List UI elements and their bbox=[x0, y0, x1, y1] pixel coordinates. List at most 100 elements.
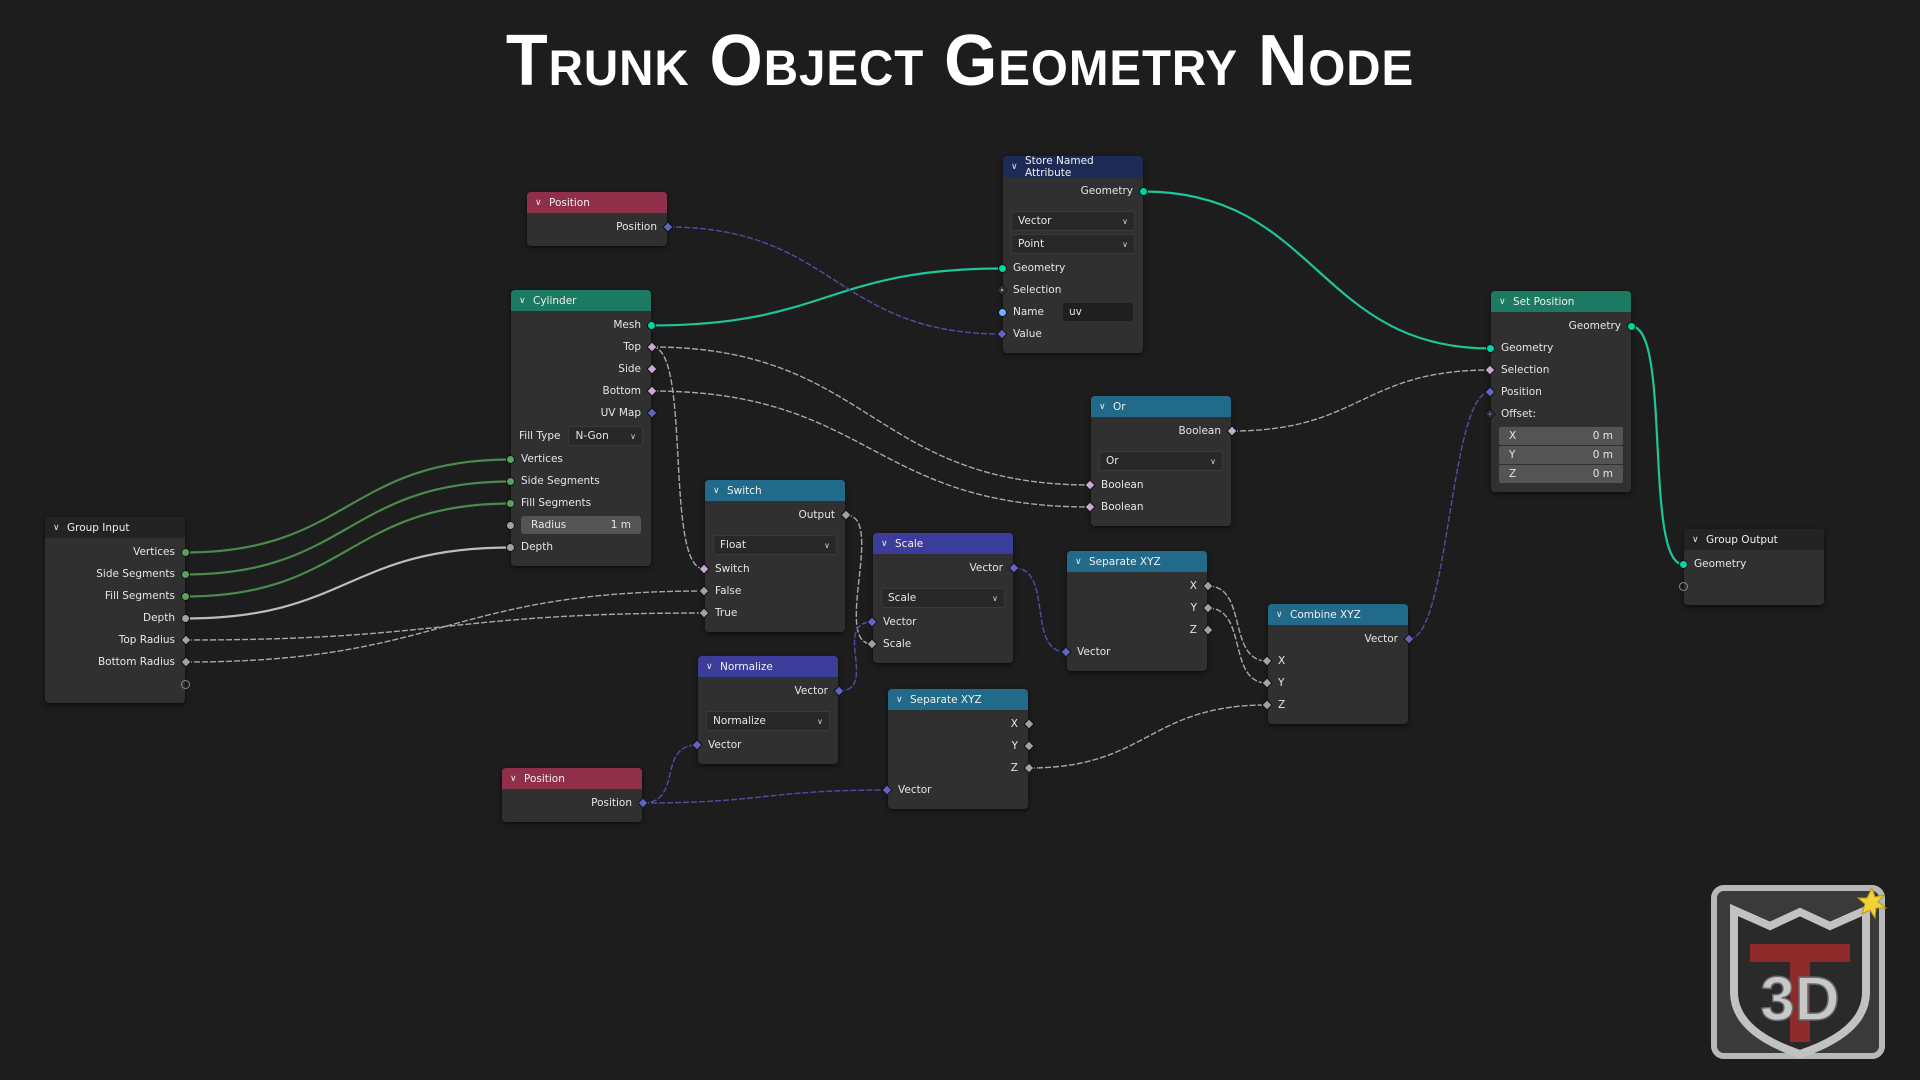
geometry-socket-icon[interactable] bbox=[1679, 560, 1688, 569]
node-header[interactable]: ∨ Set Position bbox=[1491, 291, 1631, 312]
node-header[interactable]: ∨ Position bbox=[527, 192, 667, 213]
collapse-chevron-icon[interactable]: ∨ bbox=[519, 296, 529, 306]
node-scale[interactable]: ∨ Scale Vector Scale ∨ Vector Scale bbox=[866, 533, 1020, 663]
offset-x-field[interactable]: X 0 m bbox=[1499, 427, 1623, 445]
collapse-chevron-icon[interactable]: ∨ bbox=[881, 539, 891, 549]
node-header[interactable]: ∨ Combine XYZ bbox=[1268, 604, 1408, 625]
data-type-dropdown[interactable]: Float ∨ bbox=[713, 535, 837, 555]
integer-socket-icon[interactable] bbox=[181, 592, 190, 601]
node-set-position[interactable]: ∨ Set Position Geometry Geometry Selecti… bbox=[1484, 291, 1636, 492]
boolean-field-socket-icon[interactable] bbox=[996, 284, 1008, 296]
collapse-chevron-icon[interactable]: ∨ bbox=[1099, 402, 1109, 412]
node-separate-xyz[interactable]: ∨ Separate XYZ X Y Z Vector bbox=[1060, 551, 1214, 671]
boolean-field-socket-icon[interactable] bbox=[646, 341, 658, 353]
operation-dropdown[interactable]: Or ∨ bbox=[1099, 451, 1223, 471]
node-header[interactable]: ∨ Cylinder bbox=[511, 290, 651, 311]
offset-y-field[interactable]: Y 0 m bbox=[1499, 446, 1623, 464]
collapse-chevron-icon[interactable]: ∨ bbox=[1692, 535, 1702, 545]
radius-field[interactable]: Radius 1 m bbox=[521, 516, 641, 534]
node-normalize[interactable]: ∨ Normalize Vector Normalize ∨ Vector bbox=[691, 656, 845, 764]
float-field-socket-icon[interactable] bbox=[866, 638, 878, 650]
collapse-chevron-icon[interactable]: ∨ bbox=[53, 523, 63, 533]
node-header[interactable]: ∨ Group Output bbox=[1684, 529, 1824, 550]
node-header[interactable]: ∨ Separate XYZ bbox=[888, 689, 1028, 710]
node-header[interactable]: ∨ Normalize bbox=[698, 656, 838, 677]
float-socket-icon[interactable] bbox=[506, 543, 515, 552]
boolean-field-socket-icon[interactable] bbox=[698, 563, 710, 575]
float-field-socket-icon[interactable] bbox=[840, 509, 852, 521]
collapse-chevron-icon[interactable]: ∨ bbox=[535, 198, 545, 208]
float-field-socket-icon[interactable] bbox=[180, 656, 192, 668]
boolean-field-socket-icon[interactable] bbox=[646, 385, 658, 397]
node-editor-canvas[interactable]: Trunk Object Geometry Node ∨ Position Po… bbox=[0, 0, 1920, 1080]
integer-socket-icon[interactable] bbox=[506, 455, 515, 464]
node-group-output[interactable]: ∨ Group Output Geometry bbox=[1679, 529, 1824, 605]
geometry-socket-icon[interactable] bbox=[1627, 322, 1636, 331]
float-field-socket-icon[interactable] bbox=[1261, 655, 1273, 667]
operation-dropdown[interactable]: Normalize ∨ bbox=[706, 711, 830, 731]
float-field-socket-icon[interactable] bbox=[1261, 699, 1273, 711]
empty-socket-icon[interactable] bbox=[181, 680, 190, 689]
vector-socket-icon[interactable] bbox=[646, 407, 658, 419]
geometry-socket-icon[interactable] bbox=[647, 321, 656, 330]
node-header[interactable]: ∨ Store Named Attribute bbox=[1003, 155, 1143, 179]
name-input[interactable]: uv bbox=[1063, 303, 1133, 321]
data-type-dropdown[interactable]: Vector ∨ bbox=[1011, 211, 1135, 231]
integer-socket-icon[interactable] bbox=[506, 499, 515, 508]
boolean-field-socket-icon[interactable] bbox=[1484, 364, 1496, 376]
integer-socket-icon[interactable] bbox=[181, 570, 190, 579]
float-field-socket-icon[interactable] bbox=[698, 607, 710, 619]
float-field-socket-icon[interactable] bbox=[698, 585, 710, 597]
node-switch[interactable]: ∨ Switch Output Float ∨ Switch False Tru… bbox=[698, 480, 852, 632]
node-or[interactable]: ∨ Or Boolean Or ∨ Boolean Boolean bbox=[1084, 396, 1238, 526]
node-cylinder[interactable]: ∨ Cylinder Mesh Top Side Bottom UV Map F… bbox=[506, 290, 658, 566]
string-socket-icon[interactable] bbox=[998, 308, 1007, 317]
vector-socket-icon[interactable] bbox=[637, 797, 649, 809]
node-position-top[interactable]: ∨ Position Position bbox=[527, 192, 674, 246]
float-field-socket-icon[interactable] bbox=[1202, 602, 1214, 614]
node-header[interactable]: ∨ Group Input bbox=[45, 517, 185, 538]
vector-socket-icon[interactable] bbox=[662, 221, 674, 233]
float-field-socket-icon[interactable] bbox=[1202, 624, 1214, 636]
vector-socket-icon[interactable] bbox=[1060, 646, 1072, 658]
collapse-chevron-icon[interactable]: ∨ bbox=[896, 695, 906, 705]
empty-socket-icon[interactable] bbox=[1679, 582, 1688, 591]
integer-socket-icon[interactable] bbox=[506, 477, 515, 486]
node-store-named-attribute[interactable]: ∨ Store Named Attribute Geometry Vector … bbox=[996, 155, 1148, 353]
collapse-chevron-icon[interactable]: ∨ bbox=[706, 662, 716, 672]
vector-socket-icon[interactable] bbox=[1484, 408, 1496, 420]
node-separate-xyz[interactable]: ∨ Separate XYZ X Y Z Vector bbox=[881, 689, 1035, 809]
node-header[interactable]: ∨ Separate XYZ bbox=[1067, 551, 1207, 572]
float-socket-icon[interactable] bbox=[181, 614, 190, 623]
domain-dropdown[interactable]: Point ∨ bbox=[1011, 234, 1135, 254]
integer-socket-icon[interactable] bbox=[181, 548, 190, 557]
node-header[interactable]: ∨ Switch bbox=[705, 480, 845, 501]
vector-socket-icon[interactable] bbox=[881, 784, 893, 796]
float-field-socket-icon[interactable] bbox=[1023, 718, 1035, 730]
float-field-socket-icon[interactable] bbox=[180, 634, 192, 646]
float-field-socket-icon[interactable] bbox=[1202, 580, 1214, 592]
collapse-chevron-icon[interactable]: ∨ bbox=[1276, 610, 1286, 620]
node-header[interactable]: ∨ Or bbox=[1091, 396, 1231, 417]
node-combine-xyz[interactable]: ∨ Combine XYZ Vector X Y Z bbox=[1261, 604, 1415, 724]
collapse-chevron-icon[interactable]: ∨ bbox=[1499, 297, 1509, 307]
vector-socket-icon[interactable] bbox=[1008, 562, 1020, 574]
vector-socket-icon[interactable] bbox=[996, 328, 1008, 340]
node-position-bottom[interactable]: ∨ Position Position bbox=[502, 768, 649, 822]
node-group-input[interactable]: ∨ Group Input Vertices Side Segments Fil… bbox=[45, 517, 192, 703]
collapse-chevron-icon[interactable]: ∨ bbox=[510, 774, 520, 784]
geometry-socket-icon[interactable] bbox=[1486, 344, 1495, 353]
vector-socket-icon[interactable] bbox=[866, 616, 878, 628]
geometry-socket-icon[interactable] bbox=[998, 264, 1007, 273]
vector-socket-icon[interactable] bbox=[691, 739, 703, 751]
operation-dropdown[interactable]: Scale ∨ bbox=[881, 588, 1005, 608]
node-header[interactable]: ∨ Scale bbox=[873, 533, 1013, 554]
boolean-field-socket-icon[interactable] bbox=[646, 363, 658, 375]
offset-z-field[interactable]: Z 0 m bbox=[1499, 465, 1623, 483]
collapse-chevron-icon[interactable]: ∨ bbox=[713, 486, 723, 496]
float-field-socket-icon[interactable] bbox=[1261, 677, 1273, 689]
float-field-socket-icon[interactable] bbox=[1023, 740, 1035, 752]
fill-type-dropdown[interactable]: N-Gon ∨ bbox=[568, 426, 643, 446]
float-socket-icon[interactable] bbox=[506, 521, 515, 530]
boolean-field-socket-icon[interactable] bbox=[1084, 479, 1096, 491]
